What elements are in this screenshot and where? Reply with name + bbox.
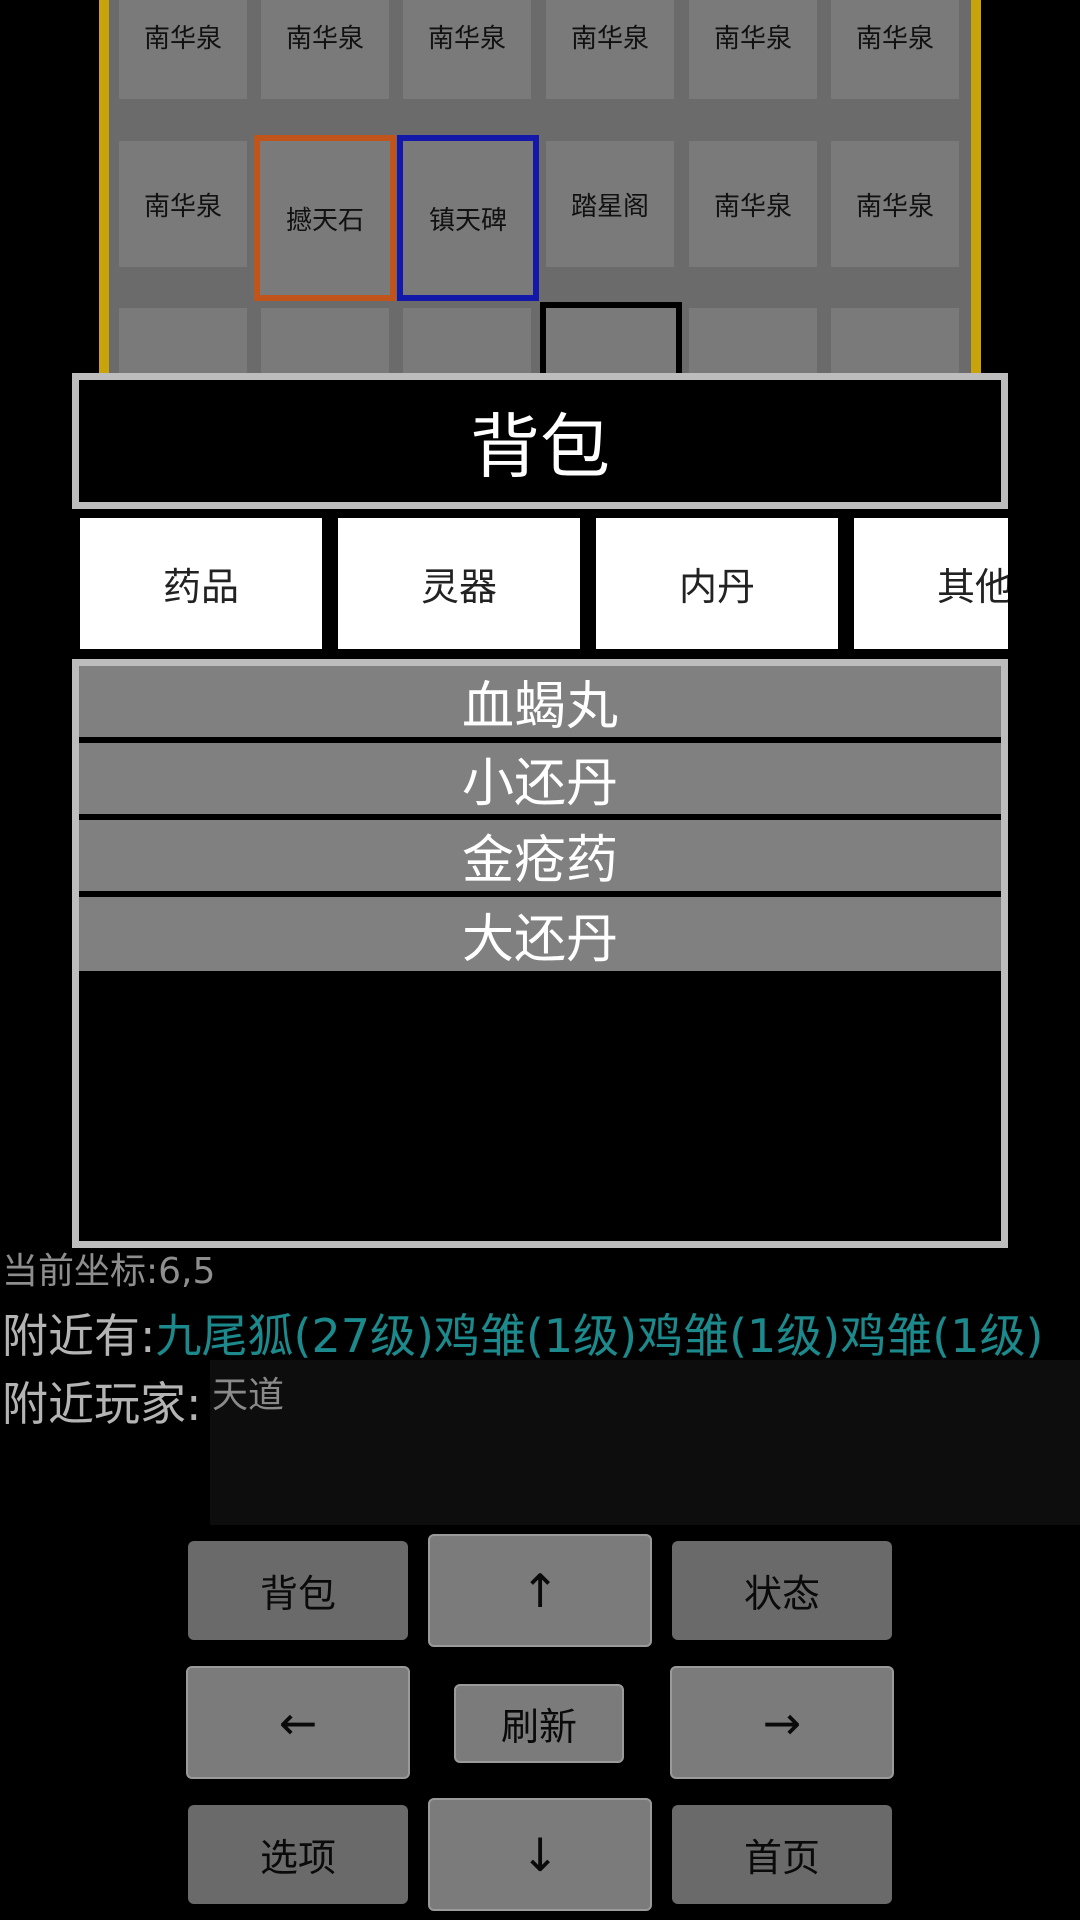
nearby-players-label: 附近玩家: <box>2 1377 202 1431</box>
tab-artifacts[interactable]: 灵器 <box>338 518 580 649</box>
refresh-button[interactable]: 刷新 <box>454 1684 624 1763</box>
map-cell[interactable] <box>403 308 531 375</box>
map-cell[interactable] <box>261 308 389 375</box>
right-arrow-button[interactable]: → <box>670 1666 894 1779</box>
map-cell[interactable]: 南华泉 <box>689 0 817 99</box>
item-list: 血蝎丸 小还丹 金疮药 大还丹 <box>72 659 1008 1248</box>
player-name[interactable]: 天道 <box>212 1375 284 1416</box>
nearby-label: 附近有: <box>2 1309 156 1360</box>
map-cell[interactable] <box>689 308 817 375</box>
tab-other[interactable]: 其他 <box>854 518 1008 649</box>
nearby-players-box: 天道 <box>210 1360 1080 1525</box>
tab-medicine[interactable]: 药品 <box>80 518 322 649</box>
map-cell[interactable]: 南华泉 <box>689 141 817 267</box>
map-cell[interactable]: 南华泉 <box>403 0 531 99</box>
home-button[interactable]: 首页 <box>672 1805 892 1904</box>
map-cell[interactable]: 南华泉 <box>119 141 247 267</box>
map-cell[interactable] <box>831 308 959 375</box>
left-arrow-button[interactable]: ← <box>186 1666 410 1779</box>
dialog-title: 背包 <box>72 373 1008 509</box>
map-cell[interactable]: 南华泉 <box>546 0 674 99</box>
map-cell-current-position[interactable] <box>540 302 682 375</box>
map-grid: 南华泉 南华泉 南华泉 南华泉 南华泉 南华泉 南华泉 撼天石 镇天碑 踏星阁 … <box>99 0 981 375</box>
map-cell[interactable]: 踏星阁 <box>546 141 674 267</box>
backpack-dialog: 背包 药品 灵器 内丹 其他 血蝎丸 小还丹 金疮药 大还丹 <box>72 373 1008 1248</box>
nearby-monster-list[interactable]: 九尾狐(27级)鸡雏(1级)鸡雏(1级)鸡雏(1级) <box>156 1309 1044 1360</box>
map-cell[interactable]: 南华泉 <box>831 141 959 267</box>
map-cell-highlighted-blue[interactable]: 镇天碑 <box>397 135 539 301</box>
options-button[interactable]: 选项 <box>188 1805 408 1904</box>
list-item[interactable]: 血蝎丸 <box>79 666 1001 740</box>
down-arrow-button[interactable]: ↓ <box>428 1798 652 1911</box>
category-tabs: 药品 灵器 内丹 其他 <box>80 518 1008 653</box>
map-cell[interactable]: 南华泉 <box>831 0 959 99</box>
status-button[interactable]: 状态 <box>672 1541 892 1640</box>
list-item[interactable]: 金疮药 <box>79 820 1001 894</box>
list-item[interactable]: 大还丹 <box>79 897 1001 971</box>
map-cell[interactable] <box>119 308 247 375</box>
map-cell[interactable]: 南华泉 <box>119 0 247 99</box>
up-arrow-button[interactable]: ↑ <box>428 1534 652 1647</box>
map-cell[interactable]: 南华泉 <box>261 0 389 99</box>
map-cell-highlighted-orange[interactable]: 撼天石 <box>254 135 396 301</box>
current-coordinate: 当前坐标:6,5 <box>2 1251 216 1292</box>
list-item[interactable]: 小还丹 <box>79 743 1001 817</box>
backpack-button[interactable]: 背包 <box>188 1541 408 1640</box>
nearby-monsters: 附近有:九尾狐(27级)鸡雏(1级)鸡雏(1级)鸡雏(1级) <box>2 1300 1080 1360</box>
tab-inner-core[interactable]: 内丹 <box>596 518 838 649</box>
